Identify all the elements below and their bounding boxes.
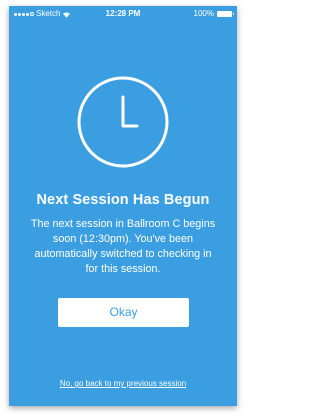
go-back-link[interactable]: No, go back to my previous session: [9, 379, 237, 388]
modal-message: The next session in Ballroom C begins so…: [30, 218, 216, 275]
battery-percent: 100%: [193, 9, 214, 18]
clock-icon: [77, 76, 169, 168]
modal-title: Next Session Has Begun: [36, 192, 210, 208]
status-right: 100%: [193, 6, 234, 22]
okay-button[interactable]: Okay: [58, 298, 189, 327]
screenshot-frame: Sketch 12:28 PM 100% Next Session Has Be…: [0, 0, 246, 416]
battery-icon: [217, 11, 234, 17]
phone-screen: Sketch 12:28 PM 100% Next Session Has Be…: [9, 6, 237, 406]
status-bar: Sketch 12:28 PM 100%: [9, 6, 237, 22]
